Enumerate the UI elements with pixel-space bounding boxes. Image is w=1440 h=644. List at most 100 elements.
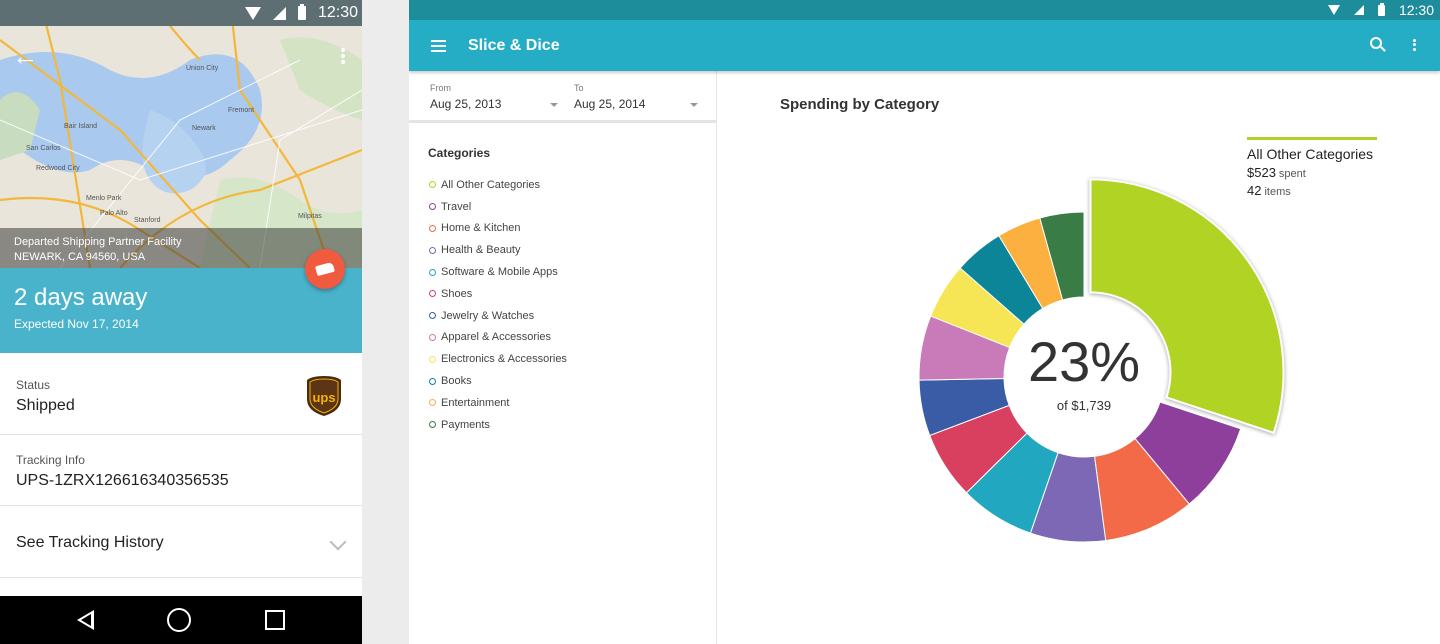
map-caption-status: Departed Shipping Partner Facility	[14, 236, 182, 248]
category-item[interactable]: Jewelry & Watches	[429, 305, 567, 327]
truck-fab-button[interactable]	[305, 249, 345, 289]
category-item[interactable]: Software & Mobile Apps	[429, 261, 567, 283]
category-label: Travel	[441, 200, 472, 213]
legend-color-bar	[1247, 137, 1377, 140]
overflow-menu-icon[interactable]	[1412, 37, 1416, 52]
map-caption-location: NEWARK, CA 94560, USA	[14, 251, 146, 263]
legend-category-name: All Other Categories	[1247, 146, 1374, 162]
nav-recents-icon[interactable]	[265, 610, 286, 630]
category-item[interactable]: Books	[429, 370, 567, 392]
category-list: All Other Categories Travel Home & Kitchen…	[429, 174, 567, 436]
tracking-info-row: Tracking Info UPS-1ZRX126616340356535	[0, 435, 362, 506]
category-dot-icon	[429, 421, 436, 429]
back-arrow-icon[interactable]: ←	[12, 43, 38, 69]
category-item[interactable]: Electronics & Accessories	[429, 348, 567, 370]
phone-status-bar: 12:30	[0, 0, 362, 26]
chart-pane: Spending by Category 23% of $1,739 All O…	[718, 71, 1440, 644]
category-label: Shoes	[441, 287, 473, 300]
map-app-bar: ←	[0, 26, 362, 86]
category-label: Entertainment	[441, 396, 510, 409]
nav-home-icon[interactable]	[167, 608, 192, 632]
category-label: Health & Beauty	[441, 244, 521, 257]
svg-text:San Carlos: San Carlos	[26, 145, 61, 152]
legend-items-suffix: items	[1264, 186, 1291, 198]
category-dot-icon	[429, 333, 436, 341]
legend-amount-suffix: spent	[1278, 168, 1306, 180]
category-dot-icon	[429, 355, 436, 363]
tracking-number: UPS-1ZRX126616340356535	[16, 472, 229, 489]
category-dot-icon	[429, 203, 436, 211]
from-value: Aug 25, 2013	[430, 97, 502, 111]
category-item[interactable]: Health & Beauty	[429, 239, 567, 261]
filter-pane: From Aug 25, 2013 To Aug 25, 2014 Catego…	[409, 71, 717, 644]
category-item[interactable]: Apparel & Accessories	[429, 327, 567, 349]
svg-text:Stanford: Stanford	[134, 217, 161, 224]
to-value: Aug 25, 2014	[574, 97, 646, 111]
category-dot-icon	[429, 399, 436, 407]
chevron-down-icon[interactable]	[690, 103, 698, 107]
category-item[interactable]: Shoes	[429, 283, 567, 305]
tracking-label: Tracking Info	[16, 453, 85, 467]
category-label: Software & Mobile Apps	[441, 266, 558, 279]
svg-text:Newark: Newark	[192, 125, 216, 132]
app-title: Slice & Dice	[468, 36, 560, 54]
truck-icon	[315, 261, 335, 277]
battery-icon	[1377, 2, 1385, 16]
eta-expected-date: Expected Nov 17, 2014	[14, 317, 139, 331]
tablet-status-bar: 12:30	[409, 0, 1440, 20]
search-icon[interactable]	[1370, 37, 1382, 49]
category-label: Payments	[441, 418, 490, 431]
eta-title: 2 days away	[14, 284, 148, 311]
phone-screen: Union City Fremont Newark San Carlos Red…	[0, 0, 362, 644]
category-dot-icon	[429, 246, 436, 254]
category-dot-icon	[429, 377, 436, 385]
nav-back-icon[interactable]	[76, 610, 94, 630]
chevron-down-icon[interactable]	[550, 103, 558, 107]
category-item[interactable]: Home & Kitchen	[429, 218, 567, 240]
tracking-history-row[interactable]: See Tracking History	[0, 506, 362, 578]
overflow-menu-icon[interactable]	[340, 46, 346, 66]
category-dot-icon	[429, 224, 436, 232]
battery-icon	[297, 4, 306, 20]
ups-logo-icon: ups	[307, 376, 341, 416]
legend-amount: $523 spent	[1247, 165, 1377, 180]
phone-status-time: 12:30	[317, 4, 358, 21]
from-label: From	[430, 83, 451, 93]
eta-band: 2 days away Expected Nov 17, 2014	[0, 268, 362, 353]
status-label: Status	[16, 378, 51, 392]
category-label: Jewelry & Watches	[441, 309, 535, 322]
wifi-icon	[1327, 5, 1340, 15]
svg-text:ups: ups	[312, 390, 335, 405]
date-range: From Aug 25, 2013 To Aug 25, 2014	[409, 71, 716, 123]
svg-text:Palo Alto: Palo Alto	[100, 210, 128, 217]
legend-amount-value: $523	[1247, 165, 1276, 180]
categories-heading: Categories	[428, 146, 491, 160]
category-label: Electronics & Accessories	[441, 353, 567, 366]
signal-icon	[272, 6, 286, 20]
tablet-status-time: 12:30	[1398, 2, 1434, 18]
category-label: Books	[441, 375, 472, 388]
legend-items: 42 items	[1247, 183, 1377, 198]
tracking-history-label: See Tracking History	[16, 534, 164, 551]
category-label: Home & Kitchen	[441, 222, 521, 235]
category-label: All Other Categories	[441, 178, 541, 191]
from-date-field[interactable]: From Aug 25, 2013	[430, 83, 558, 111]
app-toolbar: Slice & Dice	[409, 20, 1440, 71]
category-label: Apparel & Accessories	[441, 331, 552, 344]
hamburger-menu-icon[interactable]	[431, 37, 446, 55]
signal-icon	[1353, 5, 1364, 15]
svg-text:Menlo Park: Menlo Park	[86, 195, 122, 202]
category-dot-icon	[429, 312, 436, 320]
category-item[interactable]: Payments	[429, 414, 567, 436]
category-dot-icon	[429, 268, 436, 276]
svg-text:Milpitas: Milpitas	[298, 213, 322, 220]
to-date-field[interactable]: To Aug 25, 2014	[574, 83, 698, 111]
legend-items-value: 42	[1247, 183, 1262, 198]
category-item[interactable]: All Other Categories	[429, 174, 567, 196]
chart-legend: All Other Categories $523 spent 42 items	[1247, 137, 1377, 198]
tracking-map[interactable]: Union City Fremont Newark San Carlos Red…	[0, 0, 362, 268]
category-item[interactable]: Travel	[429, 196, 567, 218]
to-label: To	[574, 83, 584, 93]
status-value: Shipped	[16, 397, 75, 414]
category-item[interactable]: Entertainment	[429, 392, 567, 414]
